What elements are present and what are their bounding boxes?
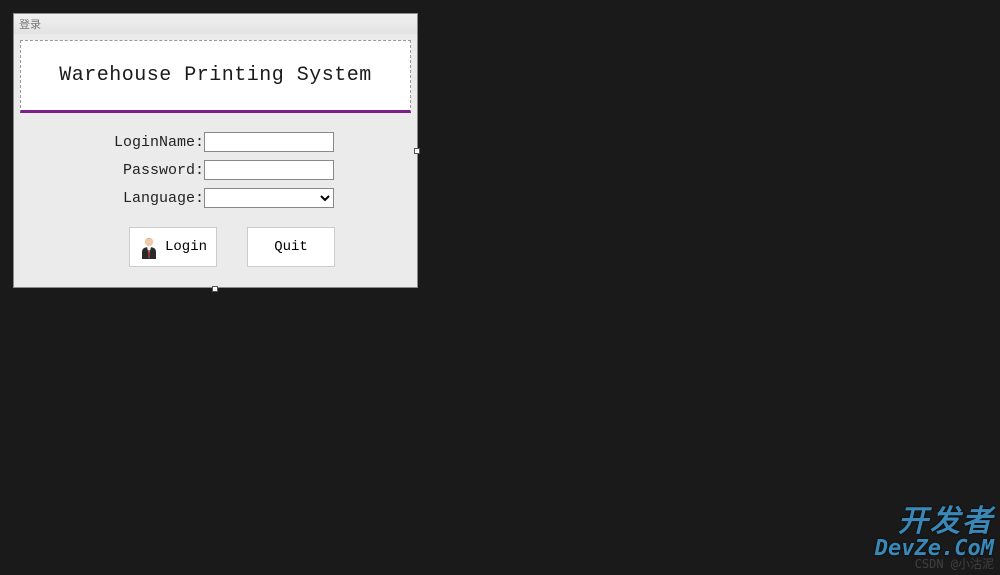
window-title: 登录 (19, 16, 41, 32)
app-title: Warehouse Printing System (59, 64, 372, 87)
login-window: 登录 Warehouse Printing System LoginName: … (13, 13, 418, 288)
resize-handle-bottom[interactable] (212, 286, 218, 292)
password-input[interactable] (204, 160, 334, 180)
login-button[interactable]: Login (129, 227, 217, 267)
login-form: LoginName: Password: Language: (14, 113, 417, 267)
watermark-en: DevZe.CoM (875, 537, 994, 560)
quit-button-label: Quit (274, 239, 308, 255)
quit-button[interactable]: Quit (247, 227, 335, 267)
window-titlebar: 登录 (14, 14, 417, 34)
password-row: Password: (54, 159, 377, 181)
header-panel: Warehouse Printing System (20, 40, 411, 113)
button-row: Login Quit (129, 227, 377, 267)
watermark: 开发者 DevZe.CoM CSDN @小沽泥 (875, 506, 994, 571)
login-name-label: LoginName: (54, 134, 204, 151)
login-button-label: Login (165, 239, 207, 255)
watermark-sub: CSDN @小沽泥 (875, 558, 994, 571)
login-name-row: LoginName: (54, 131, 377, 153)
resize-handle-right[interactable] (414, 148, 420, 154)
language-label: Language: (54, 190, 204, 207)
user-icon (139, 235, 159, 259)
login-name-input[interactable] (204, 132, 334, 152)
watermark-cn: 开发者 (875, 506, 994, 538)
language-select[interactable] (204, 188, 334, 208)
language-row: Language: (54, 187, 377, 209)
password-label: Password: (54, 162, 204, 179)
